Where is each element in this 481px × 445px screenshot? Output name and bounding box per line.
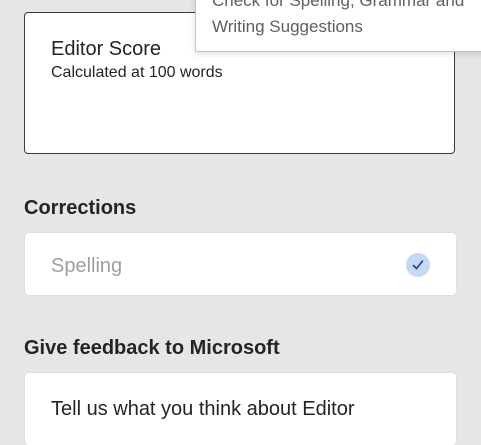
tooltip-text: Check for Spelling, Grammar and Writing … <box>212 0 465 36</box>
corrections-heading: Corrections <box>24 197 137 219</box>
feedback-link-label: Tell us what you think about Editor <box>51 398 355 420</box>
spelling-label: Spelling <box>51 255 123 277</box>
editor-score-title: Editor Score <box>51 38 162 60</box>
checkmark-icon-glyph <box>412 260 424 270</box>
spelling-correction-card[interactable]: Spelling <box>25 233 456 295</box>
feedback-link-card[interactable]: Tell us what you think about Editor <box>25 373 456 445</box>
editor-score-subtitle: Calculated at 100 words <box>51 64 223 81</box>
checkmark-icon <box>406 253 430 277</box>
feedback-heading: Give feedback to Microsoft <box>24 337 280 359</box>
tooltip: Check for Spelling, Grammar and Writing … <box>195 0 481 52</box>
